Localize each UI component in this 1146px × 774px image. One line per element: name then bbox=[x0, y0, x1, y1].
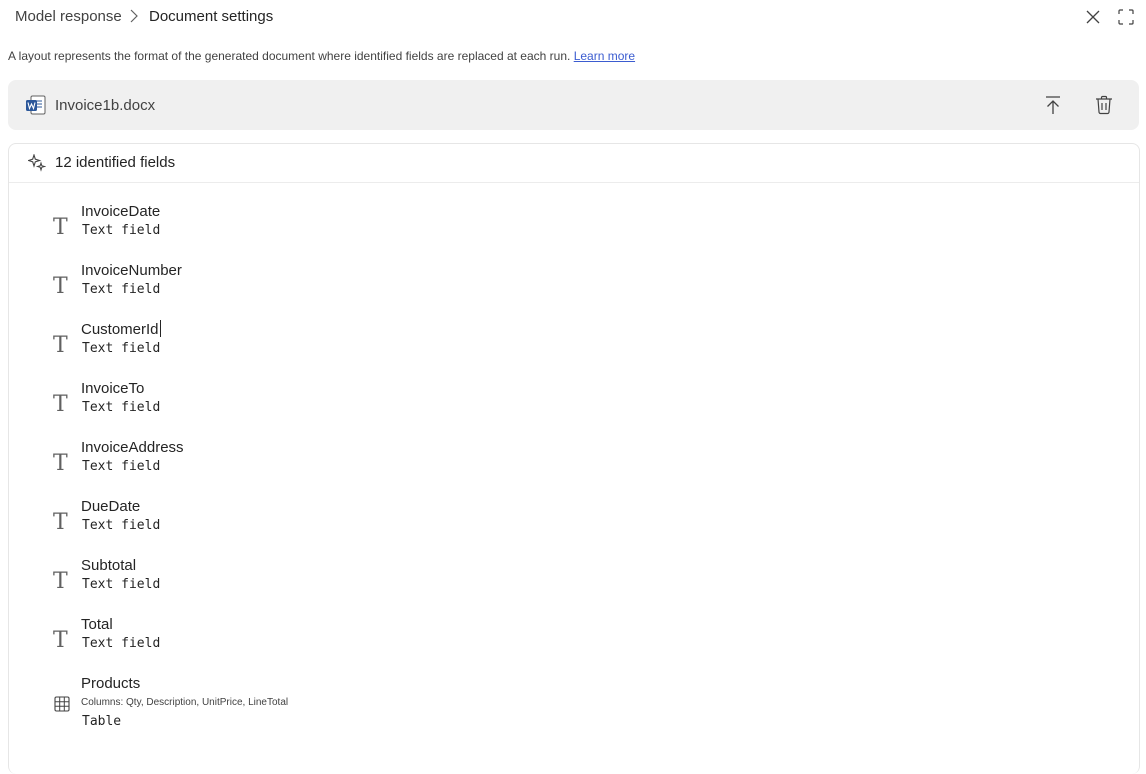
breadcrumb-document-settings: Document settings bbox=[149, 8, 274, 25]
field-name-text: CustomerId bbox=[81, 321, 159, 338]
close-button[interactable] bbox=[1082, 6, 1104, 28]
layout-description: A layout represents the format of the ge… bbox=[8, 48, 635, 64]
description-text: A layout represents the format of the ge… bbox=[8, 49, 571, 63]
field-name: InvoiceDate bbox=[81, 203, 161, 220]
upload-icon bbox=[1046, 96, 1060, 114]
table-icon bbox=[54, 696, 70, 712]
text-field-icon: T bbox=[53, 274, 68, 299]
text-field-icon: T bbox=[53, 628, 68, 653]
field-item[interactable]: T Total Text field bbox=[9, 615, 1109, 665]
table-columns: Columns: Qty, Description, UnitPrice, Li… bbox=[81, 697, 289, 708]
delete-button[interactable] bbox=[1092, 93, 1116, 117]
text-field-icon: T bbox=[53, 392, 68, 417]
identified-fields-panel: 12 identified fields T InvoiceDate Text … bbox=[8, 143, 1140, 774]
header: Model response Document settings bbox=[0, 0, 1146, 34]
expand-icon bbox=[1118, 9, 1134, 25]
expand-button[interactable] bbox=[1115, 6, 1137, 28]
field-type: Text field bbox=[82, 577, 161, 592]
field-name: DueDate bbox=[81, 498, 141, 515]
field-item[interactable]: T CustomerId Text field bbox=[9, 320, 1109, 370]
field-name: InvoiceTo bbox=[81, 380, 145, 397]
field-item[interactable]: T InvoiceTo Text field bbox=[9, 379, 1109, 429]
table-field-item[interactable]: Products Columns: Qty, Description, Unit… bbox=[9, 674, 1109, 734]
text-caret bbox=[159, 320, 161, 337]
panel-header: 12 identified fields bbox=[9, 144, 1139, 183]
file-name: Invoice1b.docx bbox=[55, 97, 156, 114]
panel-title: 12 identified fields bbox=[55, 154, 176, 171]
field-item[interactable]: T InvoiceAddress Text field bbox=[9, 438, 1109, 488]
chevron-right-icon bbox=[130, 9, 138, 23]
field-type: Text field bbox=[82, 400, 161, 415]
field-type: Text field bbox=[82, 459, 161, 474]
learn-more-link[interactable]: Learn more bbox=[574, 49, 635, 63]
field-item[interactable]: T InvoiceDate Text field bbox=[9, 202, 1109, 252]
text-field-icon: T bbox=[53, 510, 68, 535]
field-name: Subtotal bbox=[81, 557, 137, 574]
file-bar: Invoice1b.docx bbox=[8, 80, 1139, 130]
field-name: Products bbox=[81, 675, 141, 692]
delete-icon bbox=[1096, 95, 1112, 115]
field-type: Text field bbox=[82, 636, 161, 651]
sparkle-icon bbox=[28, 154, 46, 172]
text-field-icon: T bbox=[53, 569, 68, 594]
field-item[interactable]: T DueDate Text field bbox=[9, 497, 1109, 547]
text-field-icon: T bbox=[53, 333, 68, 358]
text-field-icon: T bbox=[53, 451, 68, 476]
field-type: Text field bbox=[82, 341, 161, 356]
word-file-icon bbox=[26, 95, 46, 115]
field-type: Text field bbox=[82, 518, 161, 533]
text-field-icon: T bbox=[53, 215, 68, 240]
field-item[interactable]: T Subtotal Text field bbox=[9, 556, 1109, 606]
breadcrumb-model-response[interactable]: Model response bbox=[8, 4, 129, 30]
field-name-editing[interactable]: CustomerId bbox=[81, 320, 161, 340]
field-name: InvoiceNumber bbox=[81, 262, 182, 279]
close-icon bbox=[1086, 10, 1100, 24]
upload-button[interactable] bbox=[1041, 93, 1065, 117]
field-type: Table bbox=[82, 714, 122, 729]
field-type: Text field bbox=[82, 223, 161, 238]
field-item[interactable]: T InvoiceNumber Text field bbox=[9, 261, 1109, 311]
field-type: Text field bbox=[82, 282, 161, 297]
field-name: Total bbox=[81, 616, 113, 633]
field-name: InvoiceAddress bbox=[81, 439, 184, 456]
